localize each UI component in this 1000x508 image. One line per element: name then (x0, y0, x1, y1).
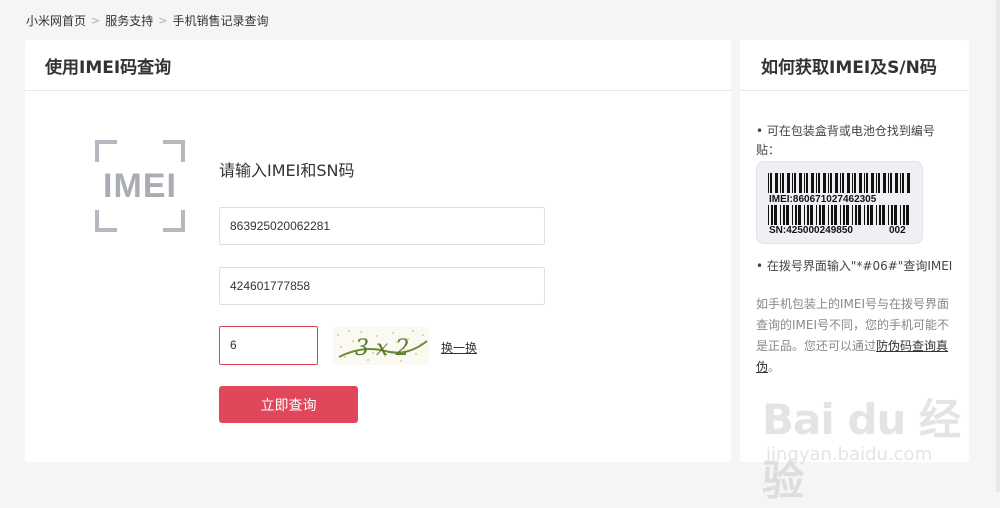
breadcrumb-current: 手机销售记录查询 (172, 14, 269, 28)
breadcrumb-separator: > (91, 14, 101, 27)
captcha-image[interactable]: 3 x 2 (333, 327, 429, 365)
bullet-icon: • (756, 124, 764, 138)
barcode-icon (768, 205, 909, 225)
page-scroll-edge (996, 0, 1000, 492)
help-tip-dial: • 在拨号界面输入"*#06#"查询IMEI (756, 257, 956, 276)
imei-logo-text: IMEI (103, 167, 177, 205)
imei-input[interactable]: 863925020062281 (219, 207, 545, 245)
panel-header: 使用IMEI码查询 (25, 40, 731, 91)
help-title: 如何获取IMEI及S/N码 (761, 57, 937, 78)
breadcrumb: 小米网首页 > 服务支持 > 手机销售记录查询 (26, 12, 268, 29)
refresh-captcha-link[interactable]: 换一换 (441, 339, 477, 356)
barcode-label-image: IMEI:860671027462305 SN:425000249850 002 (756, 161, 923, 244)
sn-input[interactable]: 424601777858 (219, 267, 545, 305)
label-code-text: 002 (889, 225, 906, 236)
bullet-icon: • (756, 259, 764, 273)
submit-button[interactable]: 立即查询 (219, 386, 358, 423)
help-tip-package-text: 可在包装盒背或电池仓找到编号贴： (756, 124, 935, 157)
breadcrumb-home[interactable]: 小米网首页 (26, 12, 86, 29)
breadcrumb-separator: > (158, 14, 168, 27)
imei-logo: IMEI (95, 140, 185, 232)
help-header: 如何获取IMEI及S/N码 (740, 40, 969, 91)
help-tip-package: • 可在包装盒背或电池仓找到编号贴： (756, 122, 952, 160)
captcha-input[interactable]: 6 (219, 326, 318, 365)
svg-text:3 x 2: 3 x 2 (355, 336, 409, 361)
authenticity-note: 如手机包装上的IMEI号与在拨号界面查询的IMEI号不同，您的手机可能不是正品。… (756, 294, 952, 378)
panel-title: 使用IMEI码查询 (45, 57, 172, 78)
label-sn-text: SN:425000249850 (769, 225, 853, 236)
imei-query-panel: 使用IMEI码查询 IMEI 请输入IMEI和SN码 8639250200622… (25, 40, 731, 462)
help-panel: 如何获取IMEI及S/N码 • 可在包装盒背或电池仓找到编号贴： IMEI:86… (740, 40, 969, 462)
barcode-icon (768, 173, 910, 193)
label-imei-text: IMEI:860671027462305 (769, 194, 877, 205)
form-heading: 请输入IMEI和SN码 (219, 161, 355, 180)
authenticity-note-end: 。 (768, 360, 781, 374)
breadcrumb-support[interactable]: 服务支持 (105, 12, 153, 29)
help-tip-dial-text: 在拨号界面输入"*#06#"查询IMEI (766, 259, 953, 273)
